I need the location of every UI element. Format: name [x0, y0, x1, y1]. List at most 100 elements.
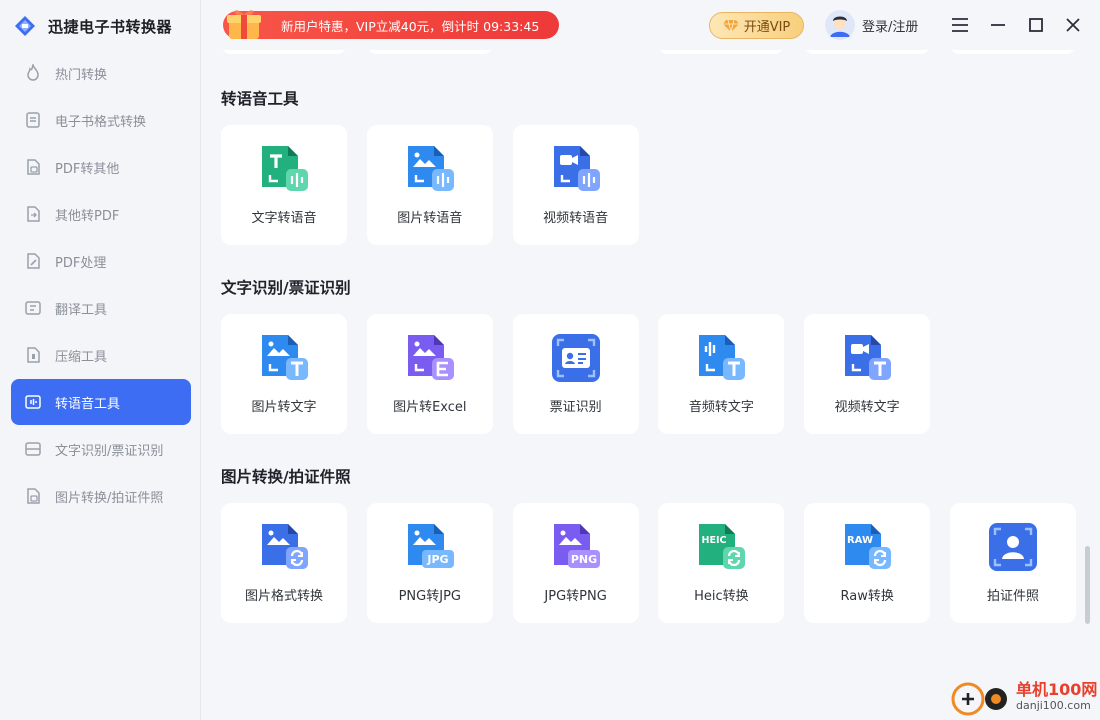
- translate-icon: [23, 298, 43, 318]
- card-id-photo[interactable]: 拍证件照: [949, 503, 1076, 623]
- text-to-speech-icon: [262, 146, 308, 191]
- card-text-to-speech[interactable]: 文字转语音: [221, 125, 347, 245]
- menu-button[interactable]: [949, 14, 971, 36]
- top-bar: 新用户特惠，VIP立减40元，倒计时 09:33:45 开通VIP 登录/注册: [201, 0, 1100, 50]
- raw-convert-icon: RAW: [845, 524, 892, 569]
- card-label: 图片格式转换: [244, 589, 323, 604]
- sidebar-item-image[interactable]: 图片转换/拍证件照: [11, 473, 191, 519]
- video-to-speech-icon: [553, 146, 600, 191]
- minimize-button[interactable]: [987, 14, 1009, 36]
- sidebar-item-label: 压缩工具: [55, 349, 108, 365]
- sidebar-item-label: 转语音工具: [55, 396, 121, 412]
- card-label: 图片转Excel: [393, 400, 467, 415]
- card-label: 音频转文字: [688, 400, 754, 415]
- section-title-ocr: 文字识别/票证识别: [221, 279, 351, 297]
- card-image-to-text[interactable]: 图片转文字: [221, 314, 347, 434]
- scrollbar-thumb[interactable]: [1085, 546, 1090, 624]
- card-label: 拍证件照: [986, 589, 1039, 604]
- watermark-line2: danji100.com: [1016, 699, 1091, 712]
- image-to-excel-icon: [407, 335, 454, 380]
- card-partial: [658, 50, 784, 54]
- card-label: Raw转换: [840, 589, 894, 604]
- card-audio-to-text[interactable]: 音频转文字: [658, 314, 785, 434]
- voice-tools-grid: 文字转语音 图片转语音 视频转语音: [221, 125, 658, 245]
- sidebar-item-translate[interactable]: 翻译工具: [11, 285, 191, 331]
- card-heic-convert[interactable]: HEIC Heic转换: [658, 503, 785, 623]
- hamburger-icon: [952, 18, 968, 32]
- promo-banner[interactable]: 新用户特惠，VIP立减40元，倒计时 09:33:45: [223, 10, 559, 39]
- sidebar-item-label: 文字识别/票证识别: [55, 443, 164, 459]
- maximize-icon: [1029, 18, 1043, 32]
- sidebar-item-compress[interactable]: 压缩工具: [11, 332, 191, 378]
- card-video-to-text[interactable]: 视频转文字: [804, 314, 931, 434]
- image-icon: [23, 486, 43, 506]
- card-label: 文字转语音: [251, 211, 317, 226]
- section-title-image: 图片转换/拍证件照: [221, 468, 351, 486]
- avatar: [825, 10, 855, 40]
- login-label: 登录/注册: [862, 19, 919, 35]
- promo-text: 新用户特惠，VIP立减40元，倒计时 09:33:45: [281, 18, 540, 34]
- png-to-jpg-icon: JPG: [407, 524, 454, 568]
- card-png-to-jpg[interactable]: JPG PNG转JPG: [366, 503, 493, 623]
- sidebar-item-label: PDF处理: [55, 255, 107, 271]
- card-label: 视频转文字: [834, 400, 900, 415]
- image-format-convert-icon: [262, 524, 308, 569]
- maximize-button[interactable]: [1025, 14, 1047, 36]
- app-title: 迅捷电子书转换器: [48, 17, 173, 36]
- app-logo-icon: [15, 16, 35, 36]
- card-partial: [367, 50, 493, 54]
- jpg-to-png-icon: PNG: [553, 524, 600, 568]
- card-image-to-speech[interactable]: 图片转语音: [366, 125, 493, 245]
- ocr-icon: [23, 439, 43, 459]
- format-badge: HEIC: [702, 535, 727, 546]
- gift-icon: [227, 10, 261, 39]
- image-tools-grid: 图片格式转换 JPG PNG转JPG PNG JPG转PNG HEIC Heic…: [221, 503, 1096, 623]
- format-badge: PNG: [570, 553, 596, 566]
- vip-label: 开通VIP: [743, 20, 791, 35]
- image-to-text-icon: [262, 335, 308, 380]
- format-badge: JPG: [426, 553, 448, 566]
- ocr-tools-grid: 图片转文字 图片转Excel 票证识别 音频转文字 视频转文字: [221, 314, 950, 434]
- sidebar-nav: 热门转换 电子书格式转换 PDF转其他 其他转PDF PDF处理 翻译工具 压缩…: [11, 50, 191, 520]
- audio-to-text-icon: [699, 335, 746, 380]
- card-video-to-speech[interactable]: 视频转语音: [512, 125, 639, 245]
- close-icon: [1066, 18, 1080, 32]
- close-button[interactable]: [1062, 14, 1084, 36]
- sidebar-item-ocr[interactable]: 文字识别/票证识别: [11, 426, 191, 472]
- card-jpg-to-png[interactable]: PNG JPG转PNG: [512, 503, 639, 623]
- sidebar-item-other-to-pdf[interactable]: 其他转PDF: [11, 191, 191, 237]
- video-to-text-icon: [845, 335, 892, 380]
- sidebar-item-ebook[interactable]: 电子书格式转换: [11, 97, 191, 143]
- minimize-icon: [991, 24, 1005, 26]
- format-badge: RAW: [847, 535, 873, 546]
- pdf-convert-icon: [23, 157, 43, 177]
- heic-convert-icon: HEIC: [699, 524, 746, 569]
- id-photo-icon: [988, 523, 1037, 571]
- card-id-recognition[interactable]: 票证识别: [512, 314, 639, 434]
- card-label: JPG转PNG: [544, 589, 607, 604]
- card-image-format-convert[interactable]: 图片格式转换: [221, 503, 347, 623]
- card-label: 视频转语音: [543, 211, 609, 226]
- card-partial: [221, 50, 347, 54]
- sidebar-item-hot[interactable]: 热门转换: [11, 50, 191, 96]
- sidebar-item-voice[interactable]: 转语音工具: [11, 379, 191, 425]
- image-to-speech-icon: [407, 146, 454, 191]
- card-label: 票证识别: [549, 400, 602, 415]
- sidebar-item-pdf-process[interactable]: PDF处理: [11, 238, 191, 284]
- vip-button[interactable]: 开通VIP: [709, 12, 804, 39]
- compress-icon: [23, 345, 43, 365]
- card-label: 图片转语音: [397, 211, 463, 226]
- sidebar-item-pdf-to-other[interactable]: PDF转其他: [11, 144, 191, 190]
- sidebar-item-label: PDF转其他: [55, 161, 120, 177]
- sidebar-item-label: 其他转PDF: [55, 208, 120, 224]
- flame-icon: [23, 63, 43, 83]
- card-raw-convert[interactable]: RAW Raw转换: [804, 503, 931, 623]
- card-label: Heic转换: [694, 589, 749, 604]
- card-image-to-excel[interactable]: 图片转Excel: [366, 314, 493, 434]
- card-label: PNG转JPG: [398, 589, 461, 604]
- card-partial: [950, 50, 1076, 54]
- sidebar-item-label: 翻译工具: [55, 302, 108, 318]
- login-button[interactable]: 登录/注册: [825, 10, 918, 40]
- voice-icon: [23, 392, 43, 412]
- sidebar-item-label: 图片转换/拍证件照: [55, 490, 164, 506]
